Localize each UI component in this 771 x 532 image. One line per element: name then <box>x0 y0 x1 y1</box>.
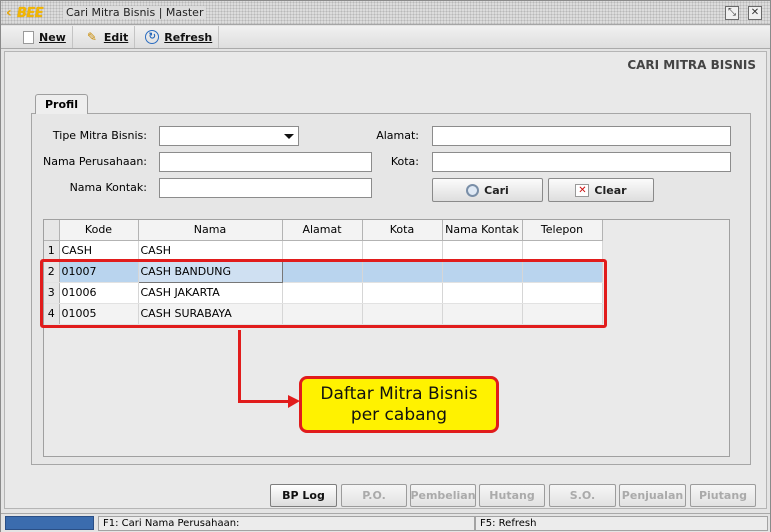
status-hint-f1: F1: Cari Nama Perusahaan: <box>98 516 475 531</box>
annotation-highlight-box <box>40 259 607 328</box>
clear-button[interactable]: ✕ Clear <box>548 178 654 202</box>
clear-icon: ✕ <box>575 183 590 197</box>
column-header-nama[interactable]: Nama <box>138 220 283 241</box>
window-title: Cari Mitra Bisnis | Master <box>63 6 207 19</box>
nama-kontak-input[interactable] <box>159 178 372 198</box>
penjualan-button[interactable]: Penjualan <box>619 484 686 507</box>
status-progress <box>5 516 94 530</box>
so-button[interactable]: S.O. <box>549 484 616 507</box>
pembelian-button[interactable]: Pembelian <box>410 484 476 507</box>
cell-nama[interactable]: CASH <box>138 240 283 262</box>
cell-kode[interactable]: CASH <box>59 240 139 262</box>
kota-input[interactable] <box>432 152 731 172</box>
edit-label: Edit <box>103 30 129 44</box>
alamat-input[interactable] <box>432 126 731 146</box>
status-hint-f5: F5: Refresh <box>475 516 768 531</box>
search-icon <box>466 183 480 197</box>
row-number: 1 <box>44 240 60 262</box>
title-bar[interactable]: ‹ BEE Cari Mitra Bisnis | Master ⤡ ✕ <box>1 1 770 25</box>
tab-profil[interactable]: Profil <box>35 94 88 114</box>
refresh-label: Refresh <box>164 30 213 44</box>
cari-button[interactable]: Cari <box>432 178 543 202</box>
column-header-nama-kontak[interactable]: Nama Kontak <box>442 220 523 241</box>
new-document-icon <box>23 30 34 44</box>
nama-perusahaan-input[interactable] <box>159 152 372 172</box>
clear-label: Clear <box>594 183 627 197</box>
kota-label: Kota: <box>390 155 419 168</box>
bee-logo: ‹ BEE <box>6 5 44 21</box>
po-button[interactable]: P.O. <box>341 484 407 507</box>
row-number-header <box>44 220 60 241</box>
piutang-button[interactable]: Piutang <box>690 484 756 507</box>
toolbar: New ✎ Edit ↻ Refresh <box>1 26 770 49</box>
column-header-kode[interactable]: Kode <box>59 220 139 241</box>
tipe-mitra-label: Tipe Mitra Bisnis: <box>52 129 147 142</box>
nama-kontak-label: Nama Kontak: <box>69 181 147 194</box>
logo-text: BEE <box>17 5 44 21</box>
new-label: New <box>39 30 66 44</box>
column-header-kota[interactable]: Kota <box>362 220 443 241</box>
hutang-button[interactable]: Hutang <box>479 484 545 507</box>
table-header-row: Kode Nama Alamat Kota Nama Kontak Telepo… <box>44 220 603 241</box>
cell-nama-kontak[interactable] <box>442 240 523 262</box>
app-window: ‹ BEE Cari Mitra Bisnis | Master ⤡ ✕ New… <box>0 0 771 532</box>
page-title: CARI MITRA BISNIS <box>627 58 756 72</box>
cell-alamat[interactable] <box>282 240 363 262</box>
annotation-connector <box>238 400 294 403</box>
refresh-icon: ↻ <box>145 30 160 44</box>
table-row[interactable]: 1 CASH CASH <box>44 240 603 262</box>
close-icon[interactable]: ✕ <box>748 6 762 20</box>
column-header-telepon[interactable]: Telepon <box>522 220 603 241</box>
cell-kota[interactable] <box>362 240 443 262</box>
cell-telepon[interactable] <box>522 240 603 262</box>
chevron-down-icon <box>284 134 294 139</box>
alamat-label: Alamat: <box>376 129 419 142</box>
edit-button[interactable]: ✎ Edit <box>73 26 136 48</box>
tipe-mitra-select[interactable] <box>159 126 299 146</box>
back-arrow-icon: ‹ <box>6 5 12 21</box>
new-button[interactable]: New <box>1 26 73 48</box>
annotation-callout: Daftar Mitra Bisnis per cabang <box>299 376 499 433</box>
cari-label: Cari <box>484 183 509 197</box>
column-header-alamat[interactable]: Alamat <box>282 220 363 241</box>
annotation-connector <box>238 330 241 403</box>
refresh-button[interactable]: ↻ Refresh <box>135 26 220 48</box>
bp-log-button[interactable]: BP Log <box>270 484 337 507</box>
status-bar: F1: Cari Nama Perusahaan: F5: Refresh <box>1 513 770 532</box>
restore-icon[interactable]: ⤡ <box>725 6 739 20</box>
nama-perusahaan-label: Nama Perusahaan: <box>42 155 147 168</box>
pencil-icon: ✎ <box>86 30 97 44</box>
